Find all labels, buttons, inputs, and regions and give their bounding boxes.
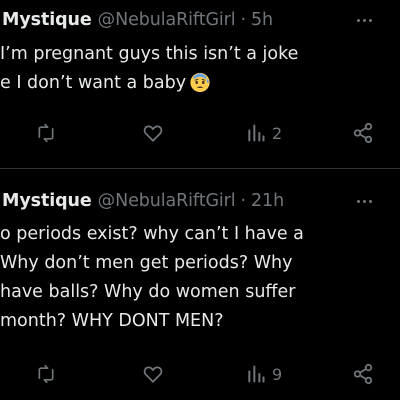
heart-icon [143, 125, 163, 142]
tweet-text-line: e I don’t want a baby [0, 69, 400, 98]
view-count: 9 [272, 364, 283, 384]
tweet-text-line: have balls? Why do women suffer [0, 282, 296, 302]
reply-button[interactable] [36, 361, 56, 387]
tweet-header: Mystique @NebulaRiftGirl · 21h [2, 190, 284, 212]
like-button[interactable] [142, 120, 164, 146]
reply-icon [38, 123, 54, 143]
anxious-face-with-sweat-icon [190, 72, 210, 93]
tweet-text: o periods exist? why can’t I have a Why … [0, 220, 400, 336]
timeline-feed: Mystique @NebulaRiftGirl · 5h I’m pregna… [0, 0, 400, 400]
tweet-text-line: o periods exist? why can’t I have a [0, 224, 304, 244]
reply-icon [38, 364, 54, 384]
display-name[interactable]: Mystique [2, 10, 92, 30]
share-button[interactable] [352, 120, 374, 146]
reply-button[interactable] [36, 120, 56, 146]
tweet-text-line: month? WHY DONT MEN? [0, 311, 224, 331]
views-button[interactable]: 2 [246, 120, 282, 146]
tweet-header: Mystique @NebulaRiftGirl · 5h [2, 9, 273, 31]
heart-icon [143, 366, 163, 383]
more-icon[interactable] [354, 10, 374, 30]
separator-dot: · [240, 191, 247, 211]
views-button[interactable]: 9 [246, 361, 282, 387]
display-name[interactable]: Mystique [2, 191, 92, 211]
user-handle[interactable]: @NebulaRiftGirl [98, 10, 236, 30]
more-icon[interactable] [354, 191, 374, 211]
tweet-actions: 2 [0, 120, 400, 146]
tweet-text-line: Why don’t men get periods? Why [0, 253, 293, 273]
tweet-text-line: I’m pregnant guys this isn’t a joke [0, 44, 299, 64]
timestamp[interactable]: 21h [251, 191, 284, 211]
tweet[interactable]: Mystique @NebulaRiftGirl · 5h I’m pregna… [0, 0, 400, 168]
share-icon [353, 122, 373, 144]
tweet-text: I’m pregnant guys this isn’t a joke e I … [0, 40, 400, 98]
timestamp[interactable]: 5h [251, 10, 273, 30]
user-handle[interactable]: @NebulaRiftGirl [98, 191, 236, 211]
share-button[interactable] [352, 361, 374, 387]
views-chart-icon [248, 124, 265, 142]
tweet-actions: 9 [0, 361, 400, 387]
view-count: 2 [272, 123, 283, 143]
views-chart-icon [248, 365, 265, 383]
like-button[interactable] [142, 361, 164, 387]
tweet-text-fragment: e I don’t want a baby [0, 73, 187, 93]
separator-dot: · [240, 10, 247, 30]
share-icon [353, 363, 373, 385]
